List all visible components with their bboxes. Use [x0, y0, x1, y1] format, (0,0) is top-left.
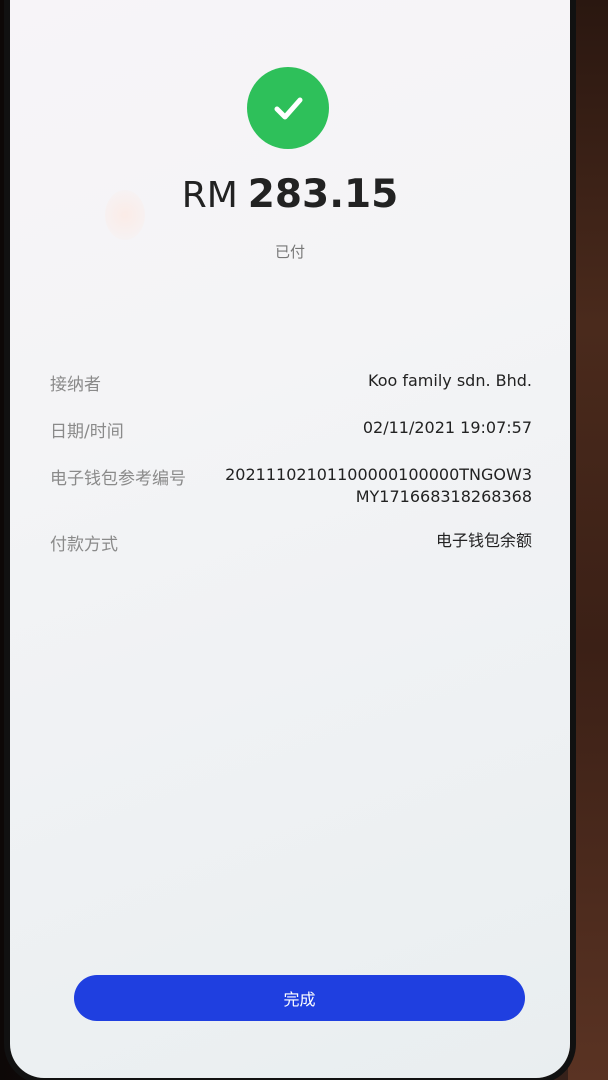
detail-row-reference: 电子钱包参考编号 20211102101100000100000TNGOW3 M… — [50, 464, 532, 508]
datetime-label: 日期/时间 — [50, 422, 124, 442]
amount-value: 283.15 — [247, 172, 399, 217]
background-surface — [568, 0, 608, 1080]
detail-row-datetime: 日期/时间 02/11/2021 19:07:57 — [50, 417, 532, 442]
phone-screen: RM 283.15 已付 接纳者 Koo family sdn. Bhd. 日期/… — [10, 0, 570, 1078]
datetime-value: 02/11/2021 19:07:57 — [362, 418, 532, 437]
reference-label: 电子钱包参考编号 — [50, 469, 186, 489]
transaction-details: 接纳者 Koo family sdn. Bhd. 日期/时间 02/11/202… — [50, 370, 532, 577]
detail-row-recipient: 接纳者 Koo family sdn. Bhd. — [50, 370, 532, 395]
recipient-value: Koo family sdn. Bhd. — [368, 371, 532, 390]
photo-frame: RM 283.15 已付 接纳者 Koo family sdn. Bhd. 日期/… — [0, 0, 608, 1080]
recipient-label: 接纳者 — [50, 375, 101, 395]
detail-row-payment-method: 付款方式 电子钱包余额 — [50, 530, 532, 555]
currency-label: RM — [181, 175, 238, 216]
success-check-icon — [247, 67, 329, 149]
reference-value: 20211102101100000100000TNGOW3 MY17166831… — [225, 465, 532, 506]
payment-status: 已付 — [274, 243, 305, 261]
payment-method-value: 电子钱包余额 — [435, 531, 532, 550]
payment-amount: RM 283.15 — [10, 172, 570, 217]
payment-method-label: 付款方式 — [50, 535, 118, 555]
check-icon — [274, 97, 303, 120]
done-button[interactable]: 完成 — [74, 975, 525, 1021]
